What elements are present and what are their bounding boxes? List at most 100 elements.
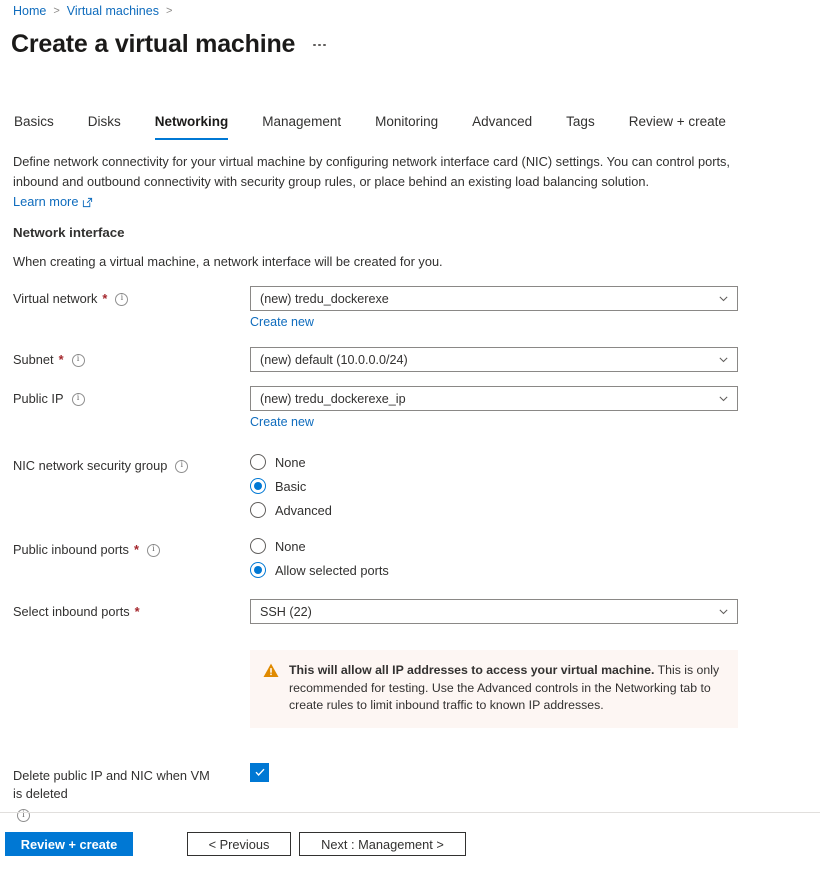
public-inbound-ports-option-none[interactable]: None: [250, 538, 820, 554]
page-title: Create a virtual machine: [11, 30, 296, 58]
radio-label: Allow selected ports: [275, 562, 389, 578]
learn-more-link[interactable]: Learn more: [13, 192, 93, 212]
more-dot: [318, 43, 321, 47]
wizard-footer: Review + create < Previous Next : Manage…: [0, 832, 820, 856]
info-icon[interactable]: [146, 543, 160, 557]
chevron-down-icon: [719, 609, 728, 615]
network-interface-subtext: When creating a virtual machine, a netwo…: [13, 254, 443, 269]
nic-nsg-control: None Basic Advanced: [250, 453, 820, 518]
review-create-button[interactable]: Review + create: [5, 832, 133, 856]
intro-paragraph: Define network connectivity for your vir…: [13, 154, 730, 189]
virtual-network-create-new-link[interactable]: Create new: [250, 315, 314, 329]
label-text: Select inbound ports: [13, 604, 130, 619]
tab-advanced[interactable]: Advanced: [455, 110, 549, 140]
warning-text: This will allow all IP addresses to acce…: [289, 662, 724, 715]
chevron-down-icon: [719, 396, 728, 402]
radio-icon-selected: [250, 562, 266, 578]
more-dot: [313, 43, 316, 47]
more-options-icon[interactable]: [309, 36, 330, 53]
nic-nsg-option-none[interactable]: None: [250, 454, 820, 470]
radio-icon: [250, 454, 266, 470]
required-asterisk: *: [134, 604, 140, 619]
next-management-button[interactable]: Next : Management >: [299, 832, 466, 856]
virtual-network-value: (new) tredu_dockerexe: [260, 291, 389, 306]
field-row-public-ip: Public IP (new) tredu_dockerexe_ip Creat…: [0, 386, 820, 431]
info-icon[interactable]: [175, 459, 189, 473]
label-text: NIC network security group: [13, 458, 168, 473]
radio-label: Advanced: [275, 502, 332, 518]
footer-divider: [0, 812, 820, 813]
subnet-label: Subnet *: [0, 347, 250, 369]
label-text: Subnet: [13, 352, 54, 367]
info-icon[interactable]: [17, 809, 30, 822]
tab-review-create[interactable]: Review + create: [612, 110, 743, 140]
required-asterisk: *: [58, 352, 64, 367]
virtual-network-label: Virtual network *: [0, 286, 250, 308]
external-link-icon: [83, 197, 93, 207]
delete-public-ip-checkbox[interactable]: [250, 762, 269, 782]
select-inbound-ports-label: Select inbound ports *: [0, 599, 250, 621]
virtual-network-dropdown[interactable]: (new) tredu_dockerexe: [250, 286, 738, 311]
delete-public-ip-label: Delete public IP and NIC when VM is dele…: [0, 763, 250, 822]
nic-nsg-option-basic[interactable]: Basic: [250, 478, 820, 494]
previous-button[interactable]: < Previous: [187, 832, 291, 856]
breadcrumb-separator-icon: >: [53, 5, 60, 17]
tab-management[interactable]: Management: [245, 110, 358, 140]
tab-disks[interactable]: Disks: [71, 110, 138, 140]
breadcrumb-separator-icon: >: [165, 5, 173, 17]
label-text: Delete public IP and NIC when VM is dele…: [13, 767, 214, 801]
public-ip-value: (new) tredu_dockerexe_ip: [260, 391, 406, 406]
tab-monitoring[interactable]: Monitoring: [358, 110, 455, 140]
label-text: Public inbound ports: [13, 542, 129, 557]
warning-bold-text: This will allow all IP addresses to acce…: [289, 663, 655, 677]
warning-icon: [263, 663, 279, 677]
learn-more-label: Learn more: [13, 194, 79, 209]
field-row-virtual-network: Virtual network * (new) tredu_dockerexe …: [0, 286, 820, 331]
radio-label: Basic: [275, 478, 307, 494]
label-text: Virtual network: [13, 291, 98, 306]
breadcrumb-item-virtual-machines[interactable]: Virtual machines: [67, 3, 159, 20]
field-row-public-inbound-ports: Public inbound ports * None Allow select…: [0, 537, 820, 578]
wizard-tabs: Basics Disks Networking Management Monit…: [11, 110, 743, 140]
public-ip-create-new-link[interactable]: Create new: [250, 415, 314, 429]
breadcrumb: Home > Virtual machines >: [13, 3, 172, 20]
radio-label: None: [275, 454, 306, 470]
breadcrumb-item-home[interactable]: Home: [13, 3, 46, 20]
tab-basics[interactable]: Basics: [11, 110, 71, 140]
network-interface-heading: Network interface: [13, 225, 125, 240]
info-icon[interactable]: [71, 392, 85, 406]
checkmark-icon: [254, 768, 265, 777]
info-icon[interactable]: [115, 292, 129, 306]
required-asterisk: *: [102, 291, 108, 306]
chevron-down-icon: [719, 357, 728, 363]
chevron-down-icon: [719, 296, 728, 302]
select-inbound-ports-dropdown[interactable]: SSH (22): [250, 599, 738, 624]
more-dot: [323, 43, 326, 47]
create-vm-networking-page: Home > Virtual machines > Create a virtu…: [0, 0, 820, 875]
radio-icon-selected: [250, 478, 266, 494]
tab-networking[interactable]: Networking: [138, 110, 246, 140]
field-row-nic-nsg: NIC network security group None Basic: [0, 453, 820, 518]
networking-form: Virtual network * (new) tredu_dockerexe …: [0, 286, 820, 822]
radio-icon: [250, 538, 266, 554]
public-ip-dropdown[interactable]: (new) tredu_dockerexe_ip: [250, 386, 738, 411]
public-inbound-ports-option-allow-selected[interactable]: Allow selected ports: [250, 562, 820, 578]
public-ip-control: (new) tredu_dockerexe_ip Create new: [250, 386, 820, 431]
info-icon[interactable]: [71, 353, 85, 367]
label-text: Public IP: [13, 391, 64, 406]
tab-tags[interactable]: Tags: [549, 110, 612, 140]
subnet-dropdown[interactable]: (new) default (10.0.0.0/24): [250, 347, 738, 372]
radio-icon: [250, 502, 266, 518]
virtual-network-control: (new) tredu_dockerexe Create new: [250, 286, 820, 331]
inbound-ports-warning-banner: This will allow all IP addresses to acce…: [250, 650, 738, 728]
subnet-control: (new) default (10.0.0.0/24): [250, 347, 820, 372]
subnet-value: (new) default (10.0.0.0/24): [260, 352, 408, 367]
field-row-subnet: Subnet * (new) default (10.0.0.0/24): [0, 347, 820, 372]
required-asterisk: *: [133, 542, 139, 557]
public-inbound-ports-radio-group: None Allow selected ports: [250, 537, 820, 578]
nic-nsg-option-advanced[interactable]: Advanced: [250, 502, 820, 518]
nic-nsg-label: NIC network security group: [0, 453, 250, 475]
page-header: Create a virtual machine: [11, 28, 330, 60]
field-row-select-inbound-ports: Select inbound ports * SSH (22) This wil…: [0, 599, 820, 728]
public-inbound-ports-control: None Allow selected ports: [250, 537, 820, 578]
